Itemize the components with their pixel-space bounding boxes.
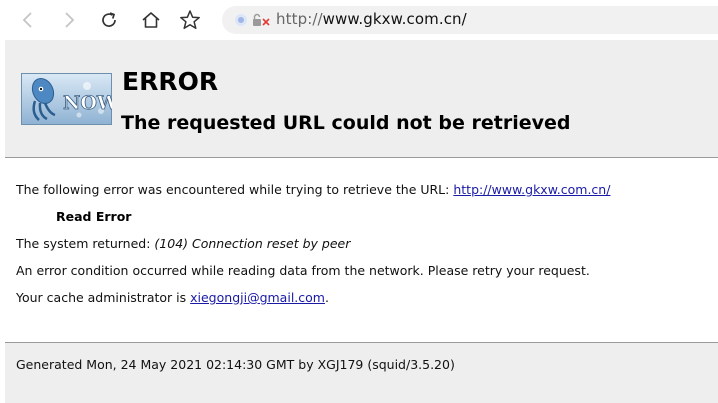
error-header: NOW ERROR The requested URL could not be… [5, 40, 718, 158]
error-footer: Generated Mon, 24 May 2021 02:14:30 GMT … [5, 342, 718, 403]
address-bar-icons [234, 13, 272, 27]
system-returned-detail: (104) Connection reset by peer [154, 236, 351, 251]
error-url-link[interactable]: http://www.gkxw.com.cn/ [453, 182, 610, 197]
forward-button[interactable] [55, 6, 83, 34]
reload-button[interactable] [95, 6, 123, 34]
logo-text: NOW [63, 92, 112, 114]
error-content: The following error was encountered whil… [5, 159, 718, 342]
generated-info: Generated Mon, 24 May 2021 02:14:30 GMT … [16, 357, 455, 372]
address-host: www.gkxw.com.cn/ [322, 10, 467, 28]
cache-admin-email-link[interactable]: xiegongji@gmail.com [190, 290, 325, 305]
error-description: An error condition occurred while readin… [16, 263, 590, 278]
cache-admin-line: Your cache administrator is xiegongji@gm… [16, 290, 329, 305]
back-button[interactable] [14, 6, 42, 34]
reload-icon [102, 12, 116, 27]
squid-logo: NOW [21, 73, 112, 125]
back-arrow-icon [22, 12, 32, 28]
forward-arrow-icon [65, 12, 75, 28]
star-icon [180, 10, 200, 30]
error-url-prefix: The following error was encountered whil… [16, 182, 454, 197]
insecure-lock-icon[interactable] [252, 13, 272, 27]
address-protocol: http:// [276, 10, 323, 28]
system-returned-prefix: The system returned: [16, 236, 155, 251]
cache-admin-suffix: . [324, 290, 329, 305]
address-url[interactable]: http://www.gkxw.com.cn/ [276, 10, 467, 28]
system-returned-line: The system returned: (104) Connection re… [16, 236, 350, 251]
cache-admin-prefix: Your cache administrator is [16, 290, 191, 305]
error-title: ERROR [122, 67, 219, 96]
error-subtitle: The requested URL could not be retrieved [121, 112, 571, 134]
home-icon [142, 12, 160, 28]
browser-toolbar: http://www.gkxw.com.cn/ [0, 0, 718, 40]
site-info-icon[interactable] [234, 13, 248, 27]
address-bar[interactable]: http://www.gkxw.com.cn/ [222, 6, 718, 34]
error-name: Read Error [56, 209, 132, 224]
error-url-line: The following error was encountered whil… [16, 182, 610, 197]
home-button[interactable] [137, 6, 165, 34]
favorite-button[interactable] [176, 6, 204, 34]
